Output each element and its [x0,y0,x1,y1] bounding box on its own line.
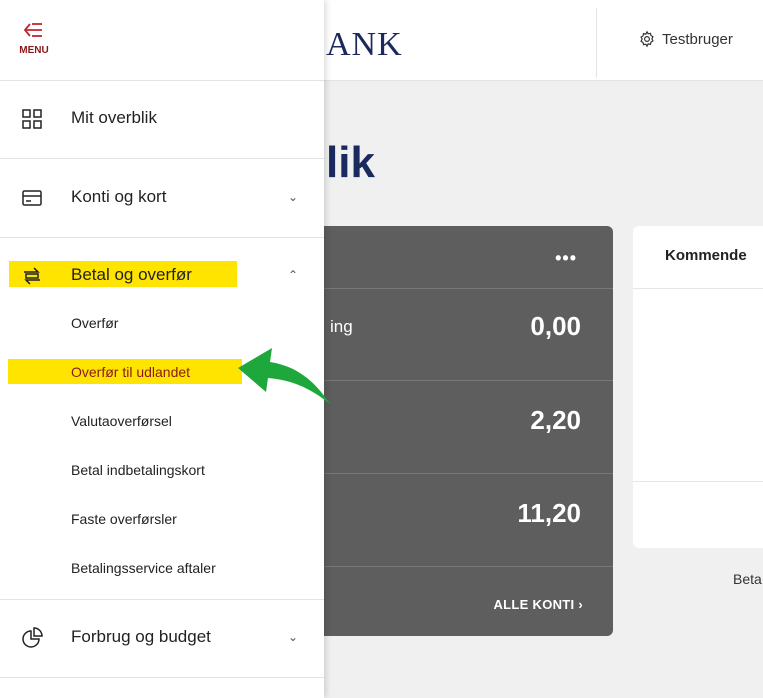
gear-icon [640,30,654,48]
sidebar-item-label: Mit overblik [71,108,157,127]
all-accounts-link[interactable]: ALLE KONTI › [493,597,583,612]
divider [633,288,763,289]
submenu-item-pay-bill[interactable]: Betal indbetalingskort [71,462,205,478]
sidebar-item-spending-budget[interactable]: Forbrug og budget ⌄ [0,617,324,657]
submenu-item-transfer[interactable]: Overfør [71,315,118,331]
transfer-icon [24,267,40,285]
partial-text: Beta [733,571,762,587]
divider [0,599,324,600]
card-icon [22,190,42,206]
collapse-menu-icon [23,23,42,37]
account-balance: 0,00 [530,311,581,341]
account-balance: 2,20 [530,405,581,435]
submenu-item-transfer-abroad[interactable]: Overfør til udlandet [71,364,190,380]
account-row[interactable]: 11,20 [318,473,613,567]
accounts-card: ••• ing 0,00 2,20 11,20 ALLE KONTI › [318,226,613,636]
more-options-button[interactable]: ••• [555,248,577,269]
sidebar-item-overview[interactable]: Mit overblik [0,98,324,138]
sidebar-item-label: Betal og overfør [71,265,192,284]
menu-toggle-button[interactable]: MENU [14,22,54,66]
account-row[interactable]: ing 0,00 [318,288,613,381]
divider [0,80,324,81]
chevron-down-icon: ⌄ [288,190,299,204]
sidebar-item-label: Forbrug og budget [71,627,211,646]
pie-chart-icon [22,627,43,648]
sidebar-item-label: Konti og kort [71,187,167,206]
header-divider [596,8,597,78]
user-menu[interactable]: Testbruger [638,30,733,48]
account-balance: 11,20 [517,498,581,528]
grid-icon [22,109,42,129]
green-arrow-annotation [238,348,330,404]
account-name: ing [330,317,353,336]
page-title: lik [326,138,375,187]
user-name: Testbruger [662,30,733,48]
chevron-up-icon: ⌃ [288,268,299,282]
bank-logo[interactable]: ANK [326,26,403,64]
submenu-item-currency-transfer[interactable]: Valutaoverførsel [71,413,172,429]
account-row[interactable]: 2,20 [318,380,613,474]
divider [633,481,763,482]
sidebar-item-pay-transfer[interactable]: Betal og overfør ⌃ [0,255,324,295]
submenu-item-direct-debit[interactable]: Betalingsservice aftaler [71,560,216,576]
submenu-item-recurring-transfers[interactable]: Faste overførsler [71,511,177,527]
chevron-down-icon: ⌄ [288,630,299,644]
menu-label: MENU [19,45,49,56]
upcoming-title: Kommende [665,247,747,264]
divider [0,237,324,238]
divider [0,158,324,159]
divider [0,677,324,678]
upcoming-card: Kommende [633,226,763,548]
sidebar-item-accounts-cards[interactable]: Konti og kort ⌄ [0,177,324,217]
